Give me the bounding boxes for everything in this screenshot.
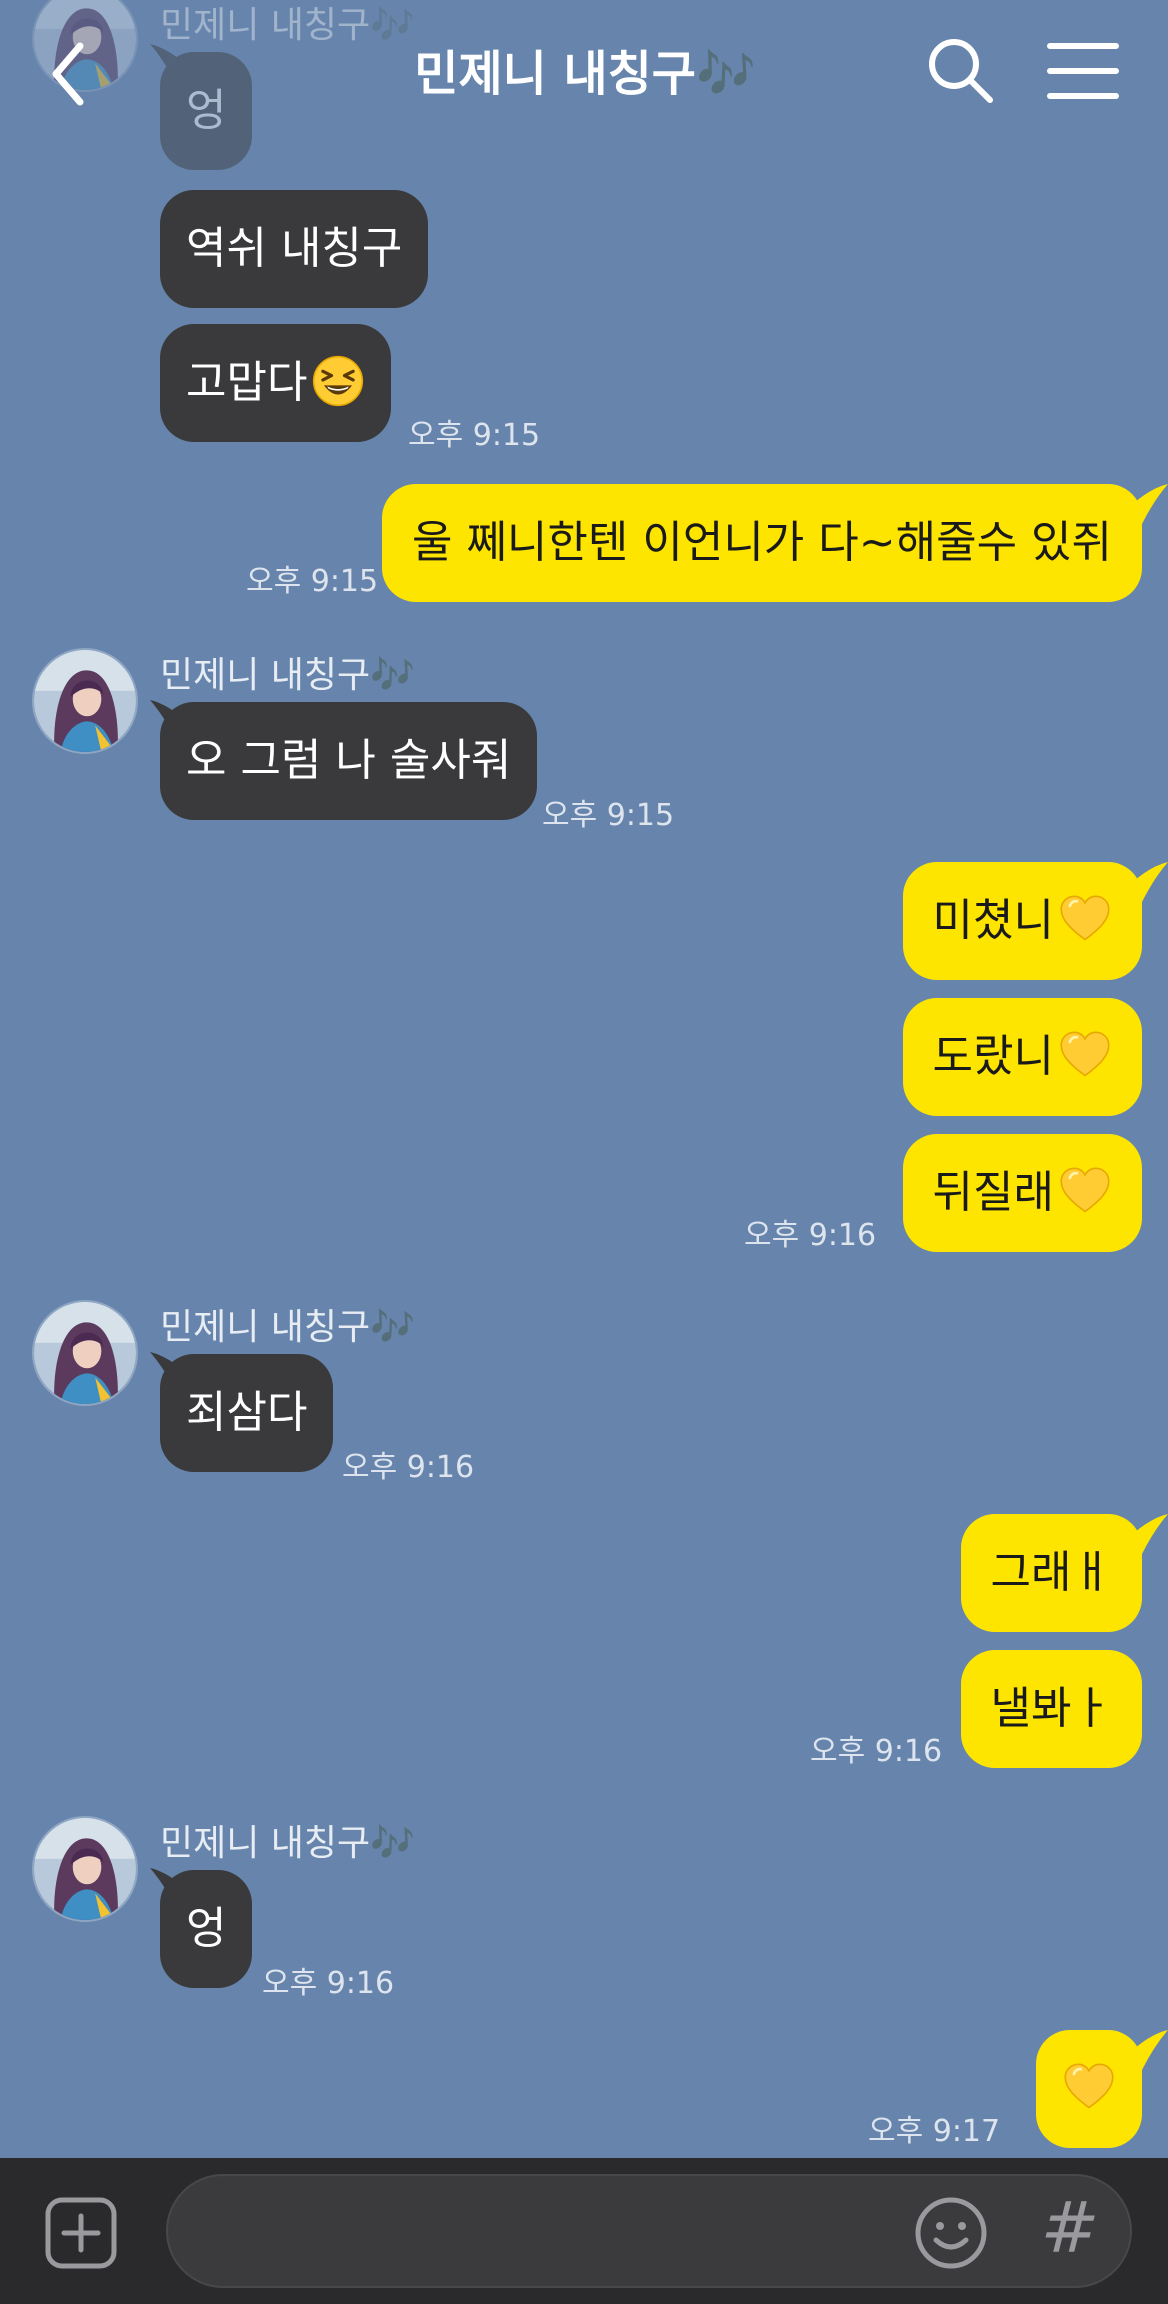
plus-icon	[45, 2197, 117, 2269]
message-timestamp: 오후 9:17	[868, 2114, 1001, 2149]
message-input-bar: #	[0, 2158, 1168, 2304]
incoming-message[interactable]: 역쉬 내칭구	[160, 190, 429, 308]
message-timestamp: 오후 9:16	[262, 1966, 395, 2001]
emoticon-button[interactable]	[912, 2194, 990, 2272]
hashtag-search-button[interactable]: #	[1034, 2178, 1106, 2278]
chat-header: 민제니 내칭구🎶	[0, 0, 1168, 140]
outgoing-message[interactable]: 도랐니	[902, 998, 1142, 1116]
message-text: 낼봐ㅏ	[990, 1683, 1112, 1734]
message-timestamp: 오후 9:15	[542, 798, 675, 833]
yellow-heart-emoji	[1058, 1028, 1112, 1082]
yellow-heart-emoji	[1058, 892, 1112, 946]
avatar[interactable]	[32, 648, 138, 754]
message-text: 고맙다	[186, 357, 308, 408]
message-timestamp: 오후 9:16	[744, 1218, 877, 1253]
message-text: 울 쩨니한텐 이언니가 다~해줄수 있쥐	[411, 517, 1112, 568]
outgoing-message[interactable]	[1036, 2030, 1142, 2148]
chat-title: 민제니 내칭구🎶	[414, 46, 756, 102]
message-timestamp: 오후 9:16	[810, 1734, 943, 1769]
outgoing-message[interactable]: 미쳤니	[902, 862, 1142, 980]
yellow-heart-emoji	[1058, 1164, 1112, 1218]
avatar[interactable]	[32, 1300, 138, 1406]
message-text: 뒤질래	[932, 1167, 1054, 1218]
message-text: 엉	[186, 1903, 227, 1954]
sender-name: 민제니 내칭구🎶	[160, 1823, 415, 1864]
incoming-message[interactable]: 고맙다	[160, 324, 392, 442]
outgoing-message[interactable]: 울 쩨니한텐 이언니가 다~해줄수 있쥐	[381, 484, 1142, 602]
incoming-message[interactable]: 오 그럼 나 술사줘	[160, 702, 538, 820]
message-text: 미쳤니	[932, 895, 1054, 946]
message-timestamp: 오후 9:15	[246, 564, 379, 599]
outgoing-message[interactable]: 뒤질래	[902, 1134, 1142, 1252]
search-button[interactable]	[920, 30, 1000, 110]
back-button[interactable]	[40, 30, 110, 120]
avatar[interactable]	[32, 1816, 138, 1922]
incoming-message[interactable]: 엉	[160, 1870, 253, 1988]
smiley-icon	[915, 2197, 987, 2269]
chevron-left-icon	[52, 42, 84, 106]
search-icon	[929, 39, 993, 103]
message-timestamp: 오후 9:15	[408, 418, 541, 453]
incoming-message[interactable]: 죄삼다	[160, 1354, 334, 1472]
hamburger-menu-icon	[1047, 43, 1119, 99]
message-text: 그래ㅐ	[990, 1547, 1112, 1598]
message-text: 죄삼다	[186, 1387, 308, 1438]
attach-button[interactable]	[44, 2196, 118, 2270]
chat-area[interactable]: 민제니 내칭구🎶 엉 역쉬 내칭구 고맙다 오후 9:15 울 쩨니한텐 이언니…	[0, 0, 1168, 2158]
sender-name: 민제니 내칭구🎶	[160, 1307, 415, 1348]
message-text: 역쉬 내칭구	[186, 223, 403, 274]
yellow-heart-emoji	[1062, 2060, 1116, 2114]
grinning-squint-emoji	[311, 354, 365, 408]
message-timestamp: 오후 9:16	[342, 1450, 475, 1485]
message-text: 오 그럼 나 술사줘	[186, 735, 512, 786]
message-text: 도랐니	[932, 1031, 1054, 1082]
outgoing-message[interactable]: 낼봐ㅏ	[960, 1650, 1142, 1768]
sender-name: 민제니 내칭구🎶	[160, 655, 415, 696]
menu-button[interactable]	[1044, 36, 1124, 106]
outgoing-message[interactable]: 그래ㅐ	[960, 1514, 1142, 1632]
